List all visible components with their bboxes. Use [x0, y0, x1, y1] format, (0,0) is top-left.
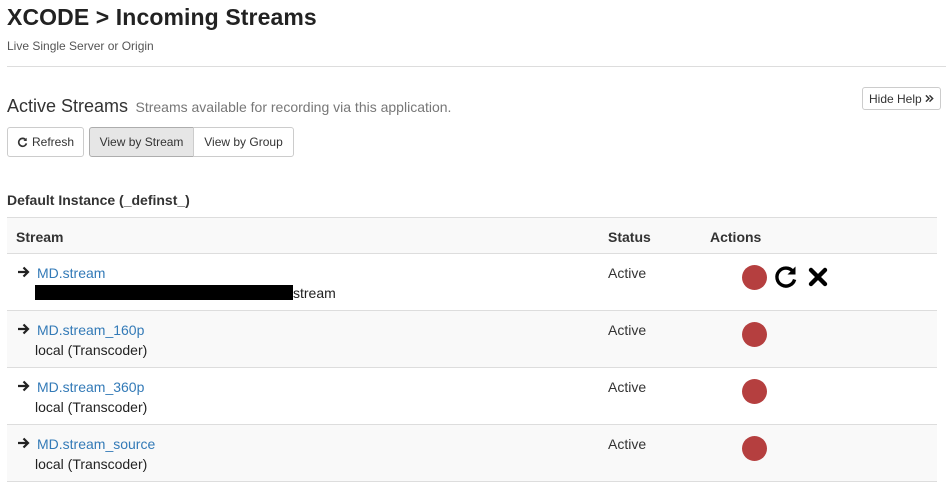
stream-source-suffix: stream — [293, 285, 336, 301]
refresh-label: Refresh — [31, 135, 75, 149]
arrow-right-icon — [18, 323, 30, 335]
redaction-bar — [35, 285, 293, 300]
hide-help-button[interactable]: Hide Help — [862, 87, 941, 110]
column-header-actions: Actions — [710, 229, 762, 245]
reset-icon[interactable] — [773, 264, 799, 290]
stream-link[interactable]: MD.stream_360p — [37, 379, 144, 395]
hide-help-label: Hide Help — [869, 91, 922, 106]
stream-source: local (Transcoder) — [35, 456, 148, 472]
streams-table: Stream Status Actions MD.stream stream A… — [7, 217, 937, 482]
record-icon[interactable] — [742, 322, 767, 347]
section-title: Active Streams — [7, 96, 129, 116]
table-row: MD.stream stream Active — [7, 254, 937, 311]
record-icon[interactable] — [742, 379, 767, 404]
arrow-right-icon — [18, 380, 30, 392]
table-row: MD.stream_source local (Transcoder) Acti… — [7, 425, 937, 482]
double-chevron-right-icon — [925, 94, 934, 103]
table-row: MD.stream_360p local (Transcoder) Active — [7, 368, 937, 425]
stream-source: local (Transcoder) — [35, 399, 148, 415]
stream-link[interactable]: MD.stream_160p — [37, 322, 144, 338]
stream-status: Active — [608, 436, 647, 452]
arrow-right-icon — [18, 437, 30, 449]
refresh-icon — [17, 137, 28, 147]
header-divider — [7, 66, 946, 67]
stream-status: Active — [608, 379, 647, 395]
stream-status: Active — [608, 265, 647, 281]
stream-link[interactable]: MD.stream — [37, 265, 105, 281]
record-icon[interactable] — [742, 436, 767, 461]
section-heading: Active Streams Streams available for rec… — [7, 96, 451, 117]
stream-link[interactable]: MD.stream_source — [37, 436, 155, 452]
stream-source: stream — [35, 285, 336, 301]
page-subtitle: Live Single Server or Origin — [7, 39, 154, 53]
column-header-stream: Stream — [16, 229, 64, 245]
section-description: Streams available for recording via this… — [135, 99, 452, 115]
column-header-status: Status — [608, 229, 651, 245]
record-icon[interactable] — [742, 265, 767, 290]
view-by-stream-button[interactable]: View by Stream — [89, 127, 194, 157]
page-title: XCODE > Incoming Streams — [7, 4, 317, 30]
close-icon[interactable] — [807, 266, 829, 288]
view-by-group-button[interactable]: View by Group — [193, 127, 294, 157]
table-header: Stream Status Actions — [7, 217, 937, 254]
table-row: MD.stream_160p local (Transcoder) Active — [7, 311, 937, 368]
instance-label: Default Instance (_definst_) — [7, 192, 190, 208]
arrow-right-icon — [18, 266, 30, 278]
stream-source: local (Transcoder) — [35, 342, 148, 358]
stream-status: Active — [608, 322, 647, 338]
refresh-button[interactable]: Refresh — [7, 127, 84, 157]
